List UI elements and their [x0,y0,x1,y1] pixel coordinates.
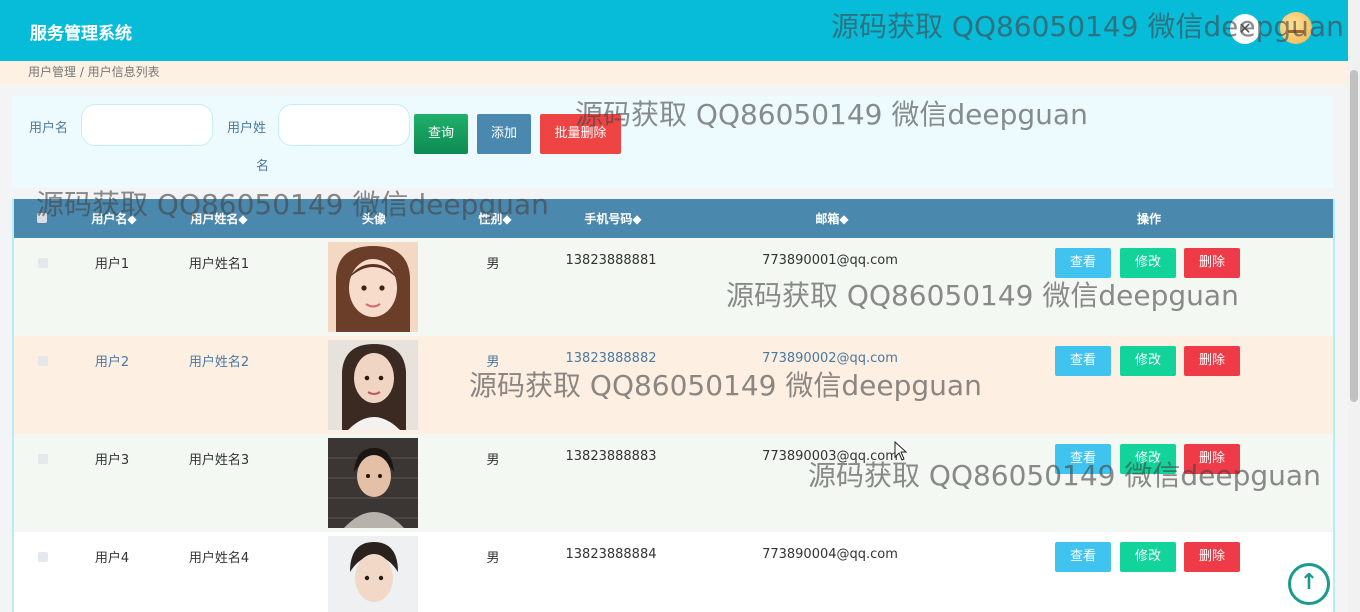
breadcrumb-bar: 用户管理 / 用户信息列表 [0,61,1348,85]
app-title: 服务管理系统 [30,24,132,44]
view-button[interactable]: 查看 [1055,248,1111,278]
view-button[interactable]: 查看 [1055,542,1111,572]
search-button[interactable]: 查询 [414,114,468,154]
column-header-actions: 操作 [1136,212,1162,226]
top-header: 服务管理系统 ✕ [0,0,1348,61]
table-row: 用户2 用户姓名2 男 13823888882 773890002@qq.com… [14,336,1333,434]
edit-button[interactable]: 修改 [1120,248,1176,278]
delete-button[interactable]: 删除 [1184,542,1240,572]
name-input[interactable] [278,104,410,146]
breadcrumb: 用户管理 / 用户信息列表 [28,65,160,79]
page-scrollbar[interactable] [1348,0,1360,612]
table-row: 用户3 用户姓名3 男 13823888883 773890003@qq.com… [14,434,1333,532]
name-label-line1: 用户姓 [227,121,267,136]
avatar-photo [328,536,418,612]
batch-delete-button[interactable]: 批量删除 [540,114,621,154]
cell-gender: 男 [486,551,500,566]
column-header-username[interactable]: 用户名◆ [91,210,136,227]
column-header-avatar: 头像 [361,212,387,226]
cell-name: 用户姓名4 [188,551,250,566]
cell-email: 773890002@qq.com [762,351,898,366]
cell-gender: 男 [486,453,500,468]
column-header-name[interactable]: 用户姓名◆ [190,210,247,227]
cell-phone: 13823888884 [565,547,657,562]
user-table: 用户名◆ 用户姓名◆ 头像 性别◆ 手机号码◆ 邮箱◆ 操作 用户1 用户姓名1… [12,199,1335,612]
select-all-checkbox[interactable] [37,213,47,223]
edit-button[interactable]: 修改 [1120,346,1176,376]
back-to-top-button[interactable]: ↑ [1288,563,1330,605]
column-header-gender[interactable]: 性别◆ [478,210,511,227]
mouse-cursor-icon [894,441,908,461]
cell-username: 用户1 [94,257,130,272]
cell-name: 用户姓名3 [188,453,250,468]
table-header: 用户名◆ 用户姓名◆ 头像 性别◆ 手机号码◆ 邮箱◆ 操作 [14,199,1333,238]
cell-username: 用户3 [94,453,130,468]
row-checkbox[interactable] [38,552,48,562]
cell-name: 用户姓名2 [188,355,250,370]
cell-name: 用户姓名1 [188,257,250,272]
cell-email: 773890004@qq.com [762,547,898,562]
user-avatar[interactable] [1280,12,1312,44]
close-icon[interactable]: ✕ [1230,14,1260,44]
edit-button[interactable]: 修改 [1120,542,1176,572]
delete-button[interactable]: 删除 [1184,444,1240,474]
search-panel: 用户名 用户姓 名 查询 添加 批量删除 [12,96,1334,188]
username-label: 用户名 [29,121,69,136]
name-label-line2: 名 [256,159,270,174]
cell-email: 773890003@qq.com [762,449,898,464]
row-checkbox[interactable] [38,356,48,366]
cell-gender: 男 [486,355,500,370]
table-row: 用户4 用户姓名4 男 13823888884 773890004@qq.com… [14,532,1333,612]
row-checkbox[interactable] [38,454,48,464]
delete-button[interactable]: 删除 [1184,248,1240,278]
column-header-email[interactable]: 邮箱◆ [815,210,848,227]
delete-button[interactable]: 删除 [1184,346,1240,376]
avatar-photo [328,340,418,430]
cell-gender: 男 [486,257,500,272]
column-header-phone[interactable]: 手机号码◆ [584,210,641,227]
view-button[interactable]: 查看 [1055,346,1111,376]
cell-phone: 13823888882 [565,351,657,366]
username-input[interactable] [81,104,213,146]
cell-username: 用户4 [94,551,130,566]
cell-username: 用户2 [94,355,130,370]
cell-phone: 13823888881 [565,253,657,268]
edit-button[interactable]: 修改 [1120,444,1176,474]
scrollbar-thumb[interactable] [1350,70,1358,402]
avatar-photo [328,242,418,332]
avatar-photo [328,438,418,528]
cell-email: 773890001@qq.com [762,253,898,268]
add-button[interactable]: 添加 [477,114,531,154]
table-row: 用户1 用户姓名1 男 13823888881 773890001@qq.com… [14,238,1333,336]
view-button[interactable]: 查看 [1055,444,1111,474]
row-checkbox[interactable] [38,258,48,268]
cell-phone: 13823888883 [565,449,657,464]
